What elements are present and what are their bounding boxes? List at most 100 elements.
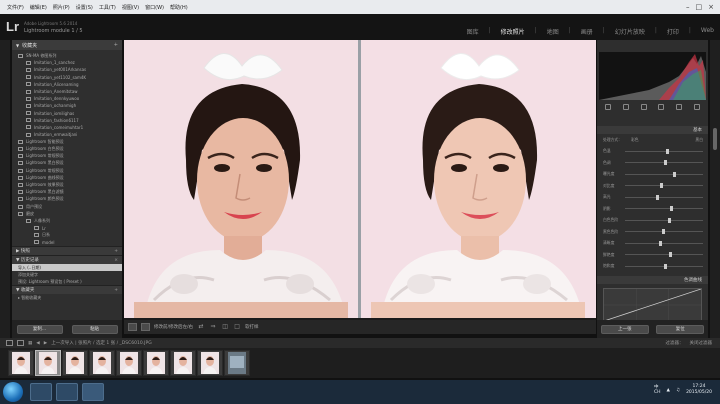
slider-knob[interactable] — [668, 252, 672, 257]
slider-track[interactable] — [625, 148, 703, 154]
adjustment-brush-icon[interactable] — [694, 103, 701, 110]
graduated-filter-icon[interactable] — [658, 103, 665, 110]
spot-removal-icon[interactable] — [622, 103, 629, 110]
close-icon[interactable]: × — [708, 3, 714, 11]
history-step[interactable]: 导入 (..日期) — [12, 264, 122, 271]
slider-knob[interactable] — [673, 171, 677, 177]
collection-item[interactable]: Imitation_yet1102_sam4K — [12, 74, 122, 81]
window-menu-item[interactable]: 编辑(E) — [27, 4, 50, 11]
module-tab[interactable]: 地图 — [547, 27, 559, 36]
add-icon[interactable]: + — [114, 42, 122, 48]
history-step[interactable]: 预设: Lightroom 预设包 ( Preset ) — [12, 278, 122, 285]
collection-item[interactable]: Imitation_1_sanchez — [12, 59, 122, 66]
adjustment-slider[interactable]: 黑色色阶 — [603, 229, 703, 235]
slider-knob[interactable] — [659, 240, 663, 246]
swap-icon[interactable]: ⇄ — [197, 323, 205, 331]
slider-track[interactable] — [625, 240, 703, 246]
back-arrow-icon[interactable]: ◀ — [36, 341, 39, 346]
collection-item[interactable]: Imitation_Alicenaming — [12, 81, 122, 88]
filmstrip-thumbnail[interactable] — [197, 350, 223, 376]
adjustment-slider[interactable]: 色调 — [603, 160, 703, 166]
volume-icon[interactable]: ♫ — [676, 388, 680, 393]
history-panel-header[interactable]: ▼ 历史记录 × — [12, 255, 122, 264]
collection-item[interactable]: Imitation_dennkyuwoo — [12, 95, 122, 102]
collection-item[interactable]: Imitation_yet001Arkansas — [12, 66, 122, 73]
tone-curve[interactable] — [603, 288, 702, 322]
slider-track[interactable] — [625, 206, 703, 211]
filmstrip-breadcrumb[interactable]: 上一次导入 | 张照片 / 选定 1 张 / _DSC6010.JPG — [51, 340, 151, 346]
clock[interactable]: 17:24 2015/05/20 — [686, 384, 712, 396]
filmstrip-thumbnail[interactable] — [8, 350, 34, 376]
collection-item[interactable]: model — [12, 239, 122, 246]
forward-arrow-icon[interactable]: ▶ — [44, 341, 47, 346]
treatment-color[interactable]: 彩色 — [625, 137, 695, 143]
filmstrip-thumbnail[interactable] — [116, 350, 142, 376]
collection-item[interactable]: SN-MA 修图系列 — [12, 52, 122, 59]
collections-panel-header[interactable]: ▼ 收藏夹 + — [12, 40, 122, 50]
softproof-checkbox[interactable]: □ — [233, 323, 241, 331]
module-tab[interactable]: 修改照片 — [501, 27, 525, 36]
window-menu-item[interactable]: 工具(T) — [96, 4, 119, 11]
adjustment-slider[interactable]: 阴影 — [603, 206, 703, 212]
copy-before-icon[interactable]: ⇒ — [209, 323, 217, 331]
collection-item[interactable]: Imitation_iomilighas — [12, 110, 122, 117]
filter-dropdown[interactable]: 关闭过滤器 — [690, 340, 713, 346]
collection-item[interactable]: Lightroom 智能预设 — [12, 138, 122, 145]
slider-knob[interactable] — [662, 229, 666, 234]
treatment-bw[interactable]: 黑白 — [695, 137, 703, 143]
collection-item[interactable]: Lr — [12, 225, 122, 232]
radial-filter-icon[interactable] — [676, 103, 683, 110]
toggle-icon[interactable]: ◫ — [221, 323, 229, 331]
red-eye-icon[interactable] — [640, 103, 647, 110]
minimize-icon[interactable]: – — [686, 3, 690, 11]
slider-knob[interactable] — [660, 183, 664, 188]
slider-knob[interactable] — [656, 194, 660, 200]
basic-panel-header[interactable]: 基本 — [597, 126, 708, 134]
collection-item[interactable]: 日系 — [12, 232, 122, 239]
adjustment-slider[interactable]: 对比度 — [603, 183, 703, 189]
histogram[interactable] — [599, 52, 706, 100]
copy-settings-button[interactable]: 复制... — [16, 324, 63, 334]
filmstrip-thumbnail[interactable] — [224, 350, 250, 376]
adjustment-slider[interactable]: 饱和度 — [603, 263, 703, 269]
image-viewer[interactable] — [124, 40, 596, 320]
module-tab[interactable]: 幻灯片放映 — [615, 27, 645, 36]
collection-item[interactable]: Lightroom 效果预设 — [12, 181, 122, 188]
main-window-icon[interactable] — [6, 340, 13, 346]
start-button[interactable] — [3, 382, 23, 402]
adjustment-slider[interactable]: 高光 — [603, 194, 703, 200]
filmstrip-thumbnail[interactable] — [89, 350, 115, 376]
smart-collection-item[interactable]: ▸ 智能收藏夹 — [12, 294, 122, 301]
slider-knob[interactable] — [664, 160, 667, 165]
network-icon[interactable]: ▲ — [667, 388, 670, 393]
add-snapshot-icon[interactable]: + — [114, 249, 122, 254]
slider-track[interactable] — [625, 160, 703, 165]
history-step[interactable]: 添加关键字 — [12, 271, 122, 278]
slider-track[interactable] — [625, 263, 703, 269]
collection-item[interactable]: Lightroom 常规预设 — [12, 153, 122, 160]
after-photo[interactable] — [361, 40, 596, 318]
module-tab[interactable]: 打印 — [667, 27, 679, 36]
collection-item[interactable]: 用户预设 — [12, 203, 122, 210]
collection-item[interactable]: Lightroom 曲线预设 — [12, 174, 122, 181]
paste-settings-button[interactable]: 粘贴 — [71, 324, 118, 334]
slider-track[interactable] — [625, 217, 703, 223]
filmstrip-thumbnail[interactable] — [170, 350, 196, 376]
collection-item[interactable]: Lightroom 黑白预设 — [12, 160, 122, 167]
collection-item[interactable]: Lightroom 黑白滤镜 — [12, 189, 122, 196]
window-menu-item[interactable]: 帮助(H) — [167, 4, 191, 11]
slider-knob[interactable] — [667, 217, 671, 223]
collection-item[interactable]: 磨皮 — [12, 210, 122, 217]
window-menu-item[interactable]: 窗口(W) — [142, 4, 167, 11]
collection-item[interactable]: Lightroom 常规预设 — [12, 167, 122, 174]
slider-track[interactable] — [625, 229, 703, 234]
loupe-view-button[interactable] — [128, 323, 137, 331]
adjustment-slider[interactable]: 白色色阶 — [603, 217, 703, 223]
crop-tool-icon[interactable] — [604, 103, 611, 110]
before-photo[interactable] — [124, 40, 358, 318]
slider-track[interactable] — [625, 194, 703, 200]
collection-item[interactable]: 人像系列 — [12, 217, 122, 224]
reset-button[interactable]: 复位 — [656, 324, 705, 334]
second-window-icon[interactable] — [17, 340, 24, 346]
scrollbar-thumb[interactable] — [713, 128, 717, 150]
